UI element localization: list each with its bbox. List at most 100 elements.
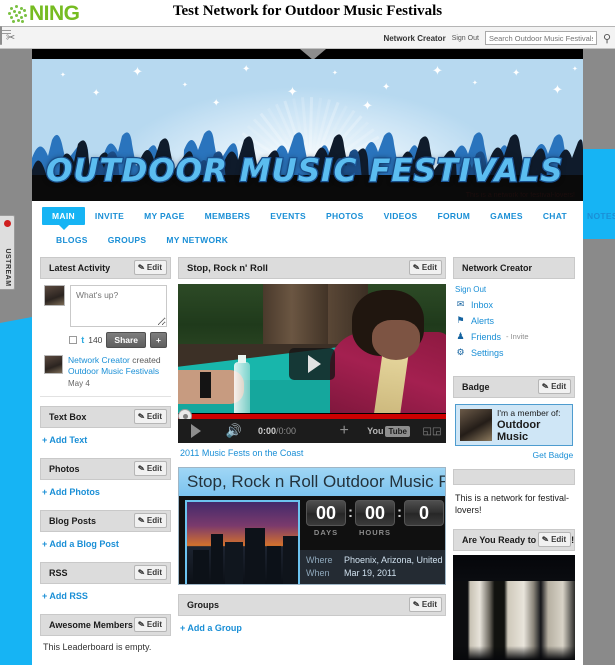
add-photos-link[interactable]: + Add Photos — [42, 487, 100, 497]
module-groups: Groups ✎ Edit + Add a Group — [178, 594, 446, 637]
toolbar-sign-out-link[interactable]: Sign Out — [452, 35, 479, 42]
twitter-icon[interactable]: t — [81, 335, 84, 345]
event-promo-widget[interactable]: Stop, Rock n Roll Outdoor Music Festival… — [178, 467, 446, 585]
countdown-value: 00 — [306, 500, 346, 526]
nav-item-notes[interactable]: NOTES — [577, 207, 615, 225]
edit-label: Edit — [146, 464, 162, 473]
nav-item-invite[interactable]: INVITE — [85, 207, 134, 225]
nav-item-my-page[interactable]: MY PAGE — [134, 207, 195, 225]
activity-date: May 4 — [68, 379, 90, 388]
sign-out-link[interactable]: Sign Out — [455, 285, 573, 294]
nav-item-videos[interactable]: VIDEOS — [374, 207, 428, 225]
status-input[interactable] — [70, 285, 167, 327]
nav-item-groups[interactable]: GROUPS — [98, 231, 157, 249]
edit-button[interactable]: ✎ Edit — [409, 260, 442, 275]
share-button[interactable]: Share — [106, 332, 147, 348]
window-icon[interactable] — [0, 26, 2, 45]
invite-link[interactable]: - Invite — [506, 332, 529, 341]
badge-preview[interactable]: I'm a member of: Outdoor Music — [455, 404, 574, 446]
add-text-link[interactable]: + Add Text — [42, 435, 87, 445]
ustream-side-tab[interactable]: USTREAM — [0, 215, 15, 290]
module-badge: Badge ✎ Edit I'm a member of: Outdoor Mu… — [453, 376, 576, 460]
ustream-label: USTREAM — [4, 248, 11, 287]
add-rss-link[interactable]: + Add RSS — [42, 591, 88, 601]
activity-actor[interactable]: Network Creator — [68, 355, 130, 365]
module-header: Are You Ready to Rawk!!!! ✎ Edit — [453, 529, 576, 551]
account-link-label: Inbox — [471, 299, 494, 310]
edit-button[interactable]: ✎ Edit — [134, 409, 167, 424]
volume-icon[interactable]: 🔊 — [214, 419, 254, 443]
module-header: RSS ✎ Edit — [40, 562, 171, 584]
nav-item-members[interactable]: MEMBERS — [195, 207, 261, 225]
account-link-label: Friends — [471, 331, 502, 342]
flag-icon: ⚑ — [456, 315, 465, 325]
account-link-friends[interactable]: ♟ Friends - Invite — [455, 331, 573, 342]
countdown-colon: : — [348, 504, 353, 521]
nav-item-chat[interactable]: CHAT — [533, 207, 577, 225]
module-body: + Add Text — [40, 428, 171, 449]
play-icon[interactable] — [178, 419, 214, 443]
edit-button[interactable]: ✎ Edit — [134, 617, 167, 632]
pencil-icon: ✎ — [137, 411, 146, 422]
account-link-settings[interactable]: ⚙ Settings — [455, 347, 573, 358]
module-body: + Add a Group — [178, 616, 446, 637]
module-header: Awesome Members ✎ Edit — [40, 614, 171, 636]
edit-button[interactable]: ✎ Edit — [134, 513, 167, 528]
scissors-icon[interactable]: ✂ — [6, 32, 15, 44]
plus-icon[interactable]: + — [329, 419, 359, 443]
page-title: Test Network for Outdoor Music Festivals — [172, 3, 443, 19]
video-player[interactable]: 🔊 0:00 / 0:00 + You Tube ◱◲ — [178, 284, 446, 443]
nav-item-main[interactable]: MAIN — [42, 207, 85, 230]
add-blog-post-link[interactable]: + Add a Blog Post — [42, 539, 119, 549]
module-header: Network Creator — [453, 257, 576, 279]
edit-button[interactable]: ✎ Edit — [134, 461, 167, 476]
edit-button[interactable]: ✎ Edit — [538, 379, 572, 394]
nav-item-photos[interactable]: PHOTOS — [316, 207, 374, 225]
nav-item-blogs[interactable]: BLOGS — [46, 231, 98, 249]
promo-image — [185, 500, 300, 584]
toolbar-user-label[interactable]: Network Creator — [383, 34, 445, 43]
module-header: Groups ✎ Edit — [178, 594, 446, 616]
main-navigation: MAIN INVITE MY PAGE MEMBERS EVENTS PHOTOS VIDE… — [32, 201, 615, 253]
edit-button[interactable]: ✎ Edit — [409, 597, 442, 612]
pencil-icon: ✎ — [541, 381, 550, 392]
video-caption-link[interactable]: 2011 Music Fests on the Coast — [178, 443, 446, 458]
pencil-icon: ✎ — [412, 599, 421, 610]
total-time: 0:00 — [278, 426, 297, 436]
add-attachment-button[interactable]: + — [150, 332, 167, 348]
pencil-icon: ✎ — [137, 463, 146, 474]
fullscreen-icon[interactable]: ◱◲ — [418, 419, 446, 443]
main-column: Stop, Rock n' Roll ✎ Edit 🔊 0:00 / 0:00 … — [178, 257, 446, 665]
account-link-alerts[interactable]: ⚑ Alerts — [455, 315, 573, 326]
edit-button[interactable]: ✎ Edit — [134, 260, 167, 275]
countdown-timer: 00 DAYS:00 HOURS:0 — [300, 496, 445, 537]
module-header: Text Box ✎ Edit — [40, 406, 171, 428]
get-badge-link[interactable]: Get Badge — [453, 446, 575, 460]
module-title: Latest Activity — [49, 263, 111, 273]
play-button-overlay-icon[interactable] — [289, 347, 335, 380]
module-header: Photos ✎ Edit — [40, 458, 171, 480]
gear-icon: ⚙ — [456, 347, 465, 357]
badge-text: I'm a member of: Outdoor Music — [497, 407, 568, 443]
nav-item-games[interactable]: GAMES — [480, 207, 533, 225]
search-input[interactable] — [484, 31, 597, 45]
account-link-inbox[interactable]: ✉ Inbox — [455, 299, 573, 310]
edit-button[interactable]: ✎ Edit — [538, 532, 572, 547]
edit-button[interactable]: ✎ Edit — [134, 565, 167, 580]
add-group-link[interactable]: + Add a Group — [180, 623, 242, 633]
activity-object[interactable]: Outdoor Music Festivals — [68, 366, 159, 376]
photo-module-image[interactable] — [453, 555, 576, 660]
nav-item-forum[interactable]: FORUM — [427, 207, 480, 225]
event-where-row: Where Phoenix, Arizona, United States — [306, 554, 445, 567]
twitter-checkbox[interactable] — [69, 336, 78, 344]
record-dot-icon — [4, 220, 11, 227]
nav-item-my-network[interactable]: MY NETWORK — [156, 231, 238, 249]
left-sidebar: Latest Activity ✎ Edit t 140 — [40, 257, 171, 665]
search-icon[interactable]: ⚲ — [603, 32, 611, 45]
module-photo: Are You Ready to Rawk!!!! ✎ Edit — [453, 529, 576, 660]
promo-body: 00 DAYS:00 HOURS:0 Where Phoenix, Arizona,… — [179, 496, 445, 584]
nav-item-events[interactable]: EVENTS — [260, 207, 316, 225]
module-title: Groups — [187, 600, 220, 610]
activity-list-item: Network Creator created Outdoor Music Fe… — [40, 348, 171, 397]
youtube-logo[interactable]: You Tube — [359, 419, 418, 443]
